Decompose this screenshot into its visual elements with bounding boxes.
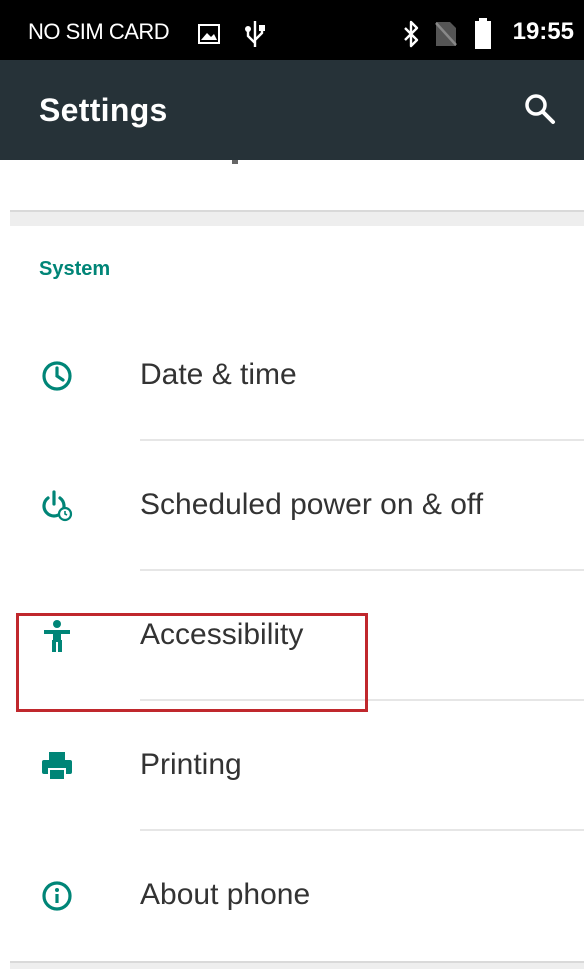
bluetooth-icon — [404, 20, 419, 48]
carrier-text: NO SIM CARD — [28, 19, 170, 44]
item-label: About phone — [140, 878, 311, 911]
bottom-divider — [10, 961, 584, 969]
about-phone-item[interactable]: About phone — [10, 831, 584, 961]
date-time-item[interactable]: Date & time — [10, 311, 584, 441]
clock-icon — [42, 361, 72, 391]
battery-icon — [475, 18, 491, 49]
clipped-settings-row[interactable] — [10, 160, 584, 210]
clipped-text-fragment — [232, 160, 238, 164]
printer-icon — [42, 752, 72, 781]
system-section: System Date & time Scheduled power on & … — [10, 226, 584, 961]
accessibility-icon — [44, 620, 70, 652]
accessibility-item[interactable]: Accessibility — [10, 571, 584, 701]
page-title: Settings — [39, 92, 168, 128]
no-sim-icon — [435, 22, 457, 46]
item-label: Scheduled power on & off — [140, 488, 484, 521]
scheduled-power-item[interactable]: Scheduled power on & off — [10, 441, 584, 571]
item-label: Accessibility — [140, 618, 304, 651]
info-icon — [42, 881, 72, 911]
section-divider — [10, 210, 584, 226]
picture-icon — [198, 24, 220, 44]
search-icon[interactable] — [522, 91, 558, 127]
item-label: Printing — [140, 748, 242, 781]
usb-icon — [245, 21, 265, 47]
section-header: System — [39, 258, 111, 280]
app-bar: Settings — [0, 60, 584, 160]
power-schedule-icon — [42, 490, 73, 522]
printing-item[interactable]: Printing — [10, 701, 584, 831]
status-bar: NO SIM CARD 19:55 — [0, 0, 584, 60]
item-label: Date & time — [140, 358, 297, 391]
clock-time: 19:55 — [512, 18, 574, 45]
